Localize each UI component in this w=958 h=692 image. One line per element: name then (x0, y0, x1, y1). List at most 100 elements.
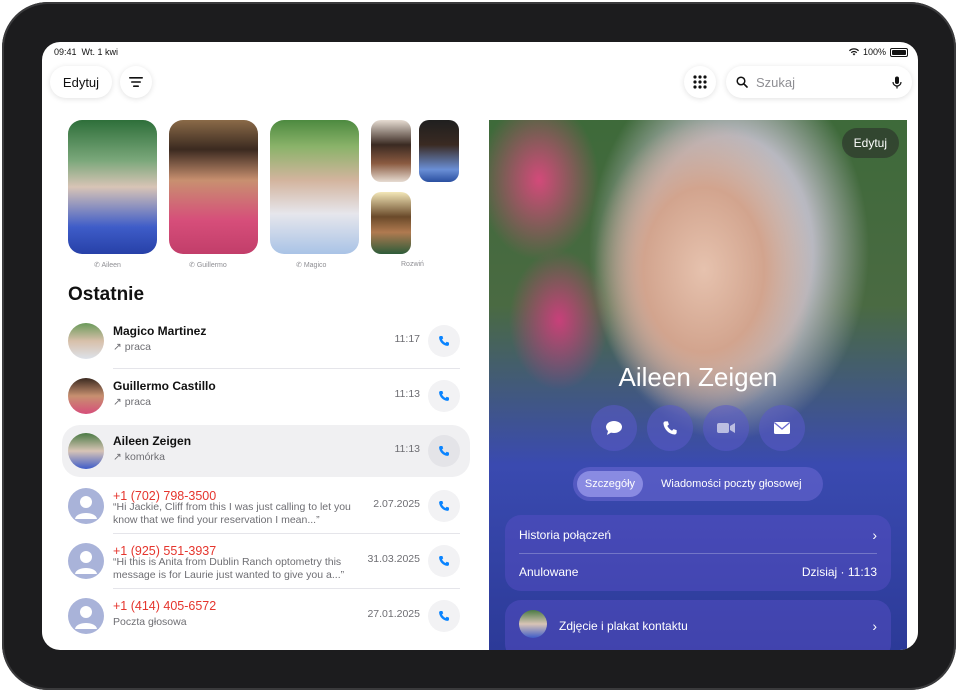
battery-icon (890, 47, 908, 57)
recent-name: Magico Martinez (113, 324, 207, 338)
call-button[interactable] (428, 325, 460, 357)
recent-row[interactable]: +1 (925) 551-3937 “Hi this is Anita from… (62, 535, 470, 587)
avatar (68, 543, 104, 579)
avatar (68, 598, 104, 634)
recent-subtitle: ↗ komórka (113, 451, 165, 463)
phone-icon (439, 446, 449, 456)
outgoing-arrow-icon: ↗ (113, 341, 122, 353)
filter-button[interactable] (120, 66, 152, 98)
recent-message: “Hi this is Anita from Dublin Ranch opto… (113, 556, 345, 581)
contact-photo-row: Zdjęcie i plakat kontaktu › (559, 618, 877, 634)
recent-time: 11:13 (394, 443, 421, 455)
list-divider (113, 588, 460, 589)
phone-icon (439, 501, 449, 511)
favorite-contact-photo[interactable] (419, 120, 459, 182)
favorite-contact-photo[interactable] (371, 120, 411, 182)
contact-photo-label: Zdjęcie i plakat kontaktu (559, 619, 688, 633)
search-icon (736, 76, 748, 88)
phone-icon: ✆ (296, 262, 302, 269)
phone-icon (439, 556, 449, 566)
call-button[interactable] (428, 545, 460, 577)
battery-percent: 100% (862, 47, 886, 57)
contact-detail-panel: Edytuj Aileen Zeigen Szczegóły Wiadomośc… (489, 120, 907, 650)
call-history-label: Historia połączeń (519, 528, 612, 542)
favorite-name: Magico (303, 262, 327, 269)
recent-time: 27.01.2025 (367, 608, 420, 620)
contact-edit-button[interactable]: Edytuj (841, 128, 899, 158)
call-button[interactable] (428, 600, 460, 632)
recent-subtitle: ↗ praca (113, 396, 151, 408)
recent-name: +1 (414) 405-6572 (113, 599, 217, 613)
keypad-button[interactable] (684, 66, 716, 98)
list-divider (113, 533, 460, 534)
cancelled-time: Dzisiaj · 11:13 (801, 565, 877, 579)
favorite-magico-photo[interactable] (270, 120, 359, 254)
keypad-icon (693, 75, 707, 89)
screen: 09:41 Wt. 1 kwi 100% Edytuj ✆ Aileen ✆ G… (42, 42, 918, 650)
avatar (519, 610, 547, 638)
recent-row[interactable]: +1 (702) 798-3500 “Hi Jackie, Cliff from… (62, 480, 470, 532)
avatar (68, 378, 104, 414)
video-call-button[interactable] (703, 405, 749, 451)
phone-icon: ✆ (189, 262, 195, 269)
cancelled-label: Anulowane (519, 565, 579, 579)
outgoing-arrow-icon: ↗ (113, 396, 122, 408)
chevron-right-icon: › (872, 527, 877, 543)
recent-row[interactable]: +1 (414) 405-6572 Poczta głosowa 27.01.2… (62, 590, 470, 642)
call-button[interactable] (428, 435, 460, 467)
person-icon (75, 496, 97, 519)
search-field[interactable] (726, 66, 912, 98)
call-button[interactable] (428, 380, 460, 412)
status-right: 100% (848, 47, 908, 57)
favorite-guillermo-photo[interactable] (169, 120, 258, 254)
call-button[interactable] (428, 490, 460, 522)
mail-button[interactable] (759, 405, 805, 451)
person-icon (75, 551, 97, 574)
call-history-row[interactable]: Historia połączeń › (519, 527, 877, 543)
favorite-guillermo-label: ✆ Guillermo (189, 261, 227, 269)
recent-subtitle: Poczta głosowa (113, 616, 187, 628)
mail-icon (774, 422, 790, 434)
search-input[interactable] (754, 73, 886, 91)
recent-name: Aileen Zeigen (113, 434, 192, 448)
call-history-card: Historia połączeń › Anulowane Dzisiaj · … (505, 515, 891, 591)
recent-row[interactable]: Magico Martinez ↗ praca 11:17 (62, 315, 470, 367)
phone-icon (663, 421, 677, 435)
phone-icon: ✆ (94, 262, 100, 269)
status-bar: 09:41 Wt. 1 kwi 100% (54, 45, 908, 59)
favorite-aileen-photo[interactable] (68, 120, 157, 254)
favorite-magico-label: ✆ Magico (296, 261, 326, 269)
outgoing-arrow-icon: ↗ (113, 451, 122, 463)
contact-photo-card[interactable]: Zdjęcie i plakat kontaktu › (505, 600, 891, 650)
call-action-button[interactable] (647, 405, 693, 451)
message-button[interactable] (591, 405, 637, 451)
chevron-right-icon: › (872, 618, 877, 634)
recent-name: Guillermo Castillo (113, 379, 216, 393)
recent-row[interactable]: Guillermo Castillo ↗ praca 11:13 (62, 370, 470, 422)
recent-time: 2.07.2025 (373, 498, 420, 510)
recent-message: “Hi Jackie, Cliff from this I was just c… (113, 501, 351, 526)
status-date: Wt. 1 kwi (81, 47, 119, 57)
recent-time: 11:13 (394, 388, 421, 400)
avatar (68, 488, 104, 524)
recent-label: praca (124, 396, 151, 408)
person-icon (75, 606, 97, 629)
edit-button[interactable]: Edytuj (50, 66, 112, 98)
recent-subtitle: ↗ praca (113, 341, 151, 353)
message-icon (606, 421, 622, 435)
card-divider (519, 553, 877, 554)
expand-favorites-button[interactable]: Rozwiń (401, 261, 424, 268)
phone-icon (439, 336, 449, 346)
wifi-icon (848, 48, 859, 56)
contact-name: Aileen Zeigen (618, 362, 778, 392)
favorite-contact-photo[interactable] (371, 192, 411, 254)
filter-icon (129, 77, 143, 87)
tab-voicemail[interactable]: Wiadomości poczty głosowej (661, 471, 802, 497)
cancelled-call-row: Anulowane Dzisiaj · 11:13 (519, 565, 877, 579)
recent-row-selected[interactable]: Aileen Zeigen ↗ komórka 11:13 (62, 425, 470, 477)
microphone-icon[interactable] (892, 76, 902, 89)
avatar (68, 323, 104, 359)
tab-details[interactable]: Szczegóły (577, 471, 643, 497)
list-divider (113, 368, 460, 369)
status-left: 09:41 Wt. 1 kwi (54, 47, 118, 57)
